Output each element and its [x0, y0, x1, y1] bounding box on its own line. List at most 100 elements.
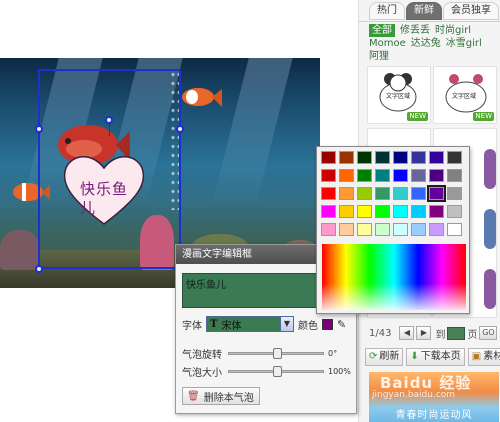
color-swatch[interactable] [339, 151, 354, 164]
tab-hot[interactable]: 热门 [369, 2, 405, 20]
color-swatch[interactable] [375, 205, 390, 218]
color-swatch[interactable] [393, 205, 408, 218]
color-swatch[interactable] [411, 151, 426, 164]
package-icon: ▣ [471, 351, 482, 362]
size-slider-thumb[interactable] [272, 365, 282, 377]
color-swatch[interactable] [429, 205, 444, 218]
color-swatch[interactable] [411, 205, 426, 218]
page-suffix: 页 [467, 329, 478, 341]
sticker-thumbnail[interactable]: 文字区域 NEW [433, 66, 497, 124]
color-swatch[interactable] [393, 187, 408, 200]
category-item[interactable]: 阿狸 [369, 50, 389, 63]
color-swatch[interactable] [339, 205, 354, 218]
color-swatch[interactable] [357, 223, 372, 236]
size-value: 100% [328, 366, 351, 376]
color-swatch[interactable] [357, 187, 372, 200]
rotate-row: 气泡旋转 0° [182, 345, 337, 361]
color-spectrum[interactable] [322, 244, 466, 310]
color-label: 颜色 [298, 320, 318, 332]
go-button[interactable]: GO [479, 326, 498, 340]
refresh-button[interactable]: ⟳ 刷新 [365, 348, 404, 366]
download-page-button[interactable]: ⬇ 下载本页 [406, 348, 465, 366]
font-select[interactable]: T 宋体 ▼ [206, 316, 294, 332]
tab-member[interactable]: 会员独享 [443, 2, 499, 20]
size-label: 气泡大小 [182, 367, 222, 379]
new-badge: NEW [473, 112, 494, 121]
tab-new[interactable]: 新鲜 [406, 2, 442, 20]
color-swatch[interactable] [447, 187, 462, 200]
size-row: 气泡大小 100% [182, 363, 351, 379]
color-swatch[interactable] [393, 223, 408, 236]
new-badge: NEW [407, 112, 428, 121]
delete-label: 删除本气泡 [203, 392, 254, 404]
color-swatch[interactable] [339, 169, 354, 182]
category-item[interactable]: 冰雪girl [446, 37, 482, 50]
color-swatch[interactable] [429, 169, 444, 182]
font-type-icon: T [210, 318, 218, 330]
download-icon: ⬇ [410, 351, 419, 362]
prev-page-button[interactable]: ◀ [399, 326, 415, 340]
watermark-url: jingyan.baidu.com [372, 390, 456, 400]
color-swatch[interactable] [393, 169, 408, 182]
color-swatch[interactable] [393, 151, 408, 164]
goto-prefix: 到 [435, 329, 446, 341]
pagination: 1/43 ◀ ▶ 到 页 GO [369, 324, 500, 342]
download-label: 下载本页 [420, 351, 461, 362]
color-swatch[interactable] [375, 169, 390, 182]
color-swatch[interactable] [429, 223, 444, 236]
resize-handle-top-right[interactable] [176, 125, 184, 133]
package-label: 素材包 [483, 351, 500, 362]
category-list: 全部 修丢丢 时尚girl Momoe 达达兔 冰雪girl 阿狸 [369, 24, 497, 63]
font-label: 字体 [182, 320, 202, 332]
banner-text: 青春时尚运动风 [395, 410, 473, 421]
color-swatch[interactable] [375, 223, 390, 236]
color-swatch[interactable] [321, 187, 336, 200]
chevron-down-icon[interactable]: ▼ [280, 317, 293, 331]
category-item[interactable]: 达达兔 [411, 37, 441, 50]
next-page-button[interactable]: ▶ [416, 326, 432, 340]
sticker-label: 文字区域 [451, 93, 476, 100]
category-item[interactable]: 修丢丢 [400, 24, 430, 37]
category-item[interactable]: Momoe [369, 37, 406, 50]
color-swatch[interactable] [411, 169, 426, 182]
color-swatch[interactable] [447, 205, 462, 218]
color-swatch[interactable] [339, 223, 354, 236]
resize-handle-top-left[interactable] [35, 125, 43, 133]
color-swatch[interactable] [375, 151, 390, 164]
category-item[interactable]: 时尚girl [435, 24, 471, 37]
category-all[interactable]: 全部 [369, 24, 395, 37]
color-swatch[interactable] [357, 151, 372, 164]
current-color-swatch[interactable] [322, 318, 333, 330]
rotate-slider-thumb[interactable] [272, 347, 282, 359]
font-value: 宋体 [221, 320, 242, 332]
color-swatch[interactable] [411, 187, 426, 200]
color-swatch[interactable] [375, 187, 390, 200]
material-package-button[interactable]: ▣ 素材包 [467, 348, 500, 366]
color-swatch[interactable] [427, 185, 446, 202]
color-swatch[interactable] [447, 223, 462, 236]
color-swatch[interactable] [321, 169, 336, 182]
color-swatch[interactable] [447, 169, 462, 182]
rotate-slider[interactable] [228, 347, 324, 359]
delete-bubble-button[interactable]: 🗑 删除本气泡 [182, 387, 260, 405]
color-swatch[interactable] [429, 151, 444, 164]
color-picker-popup [316, 146, 470, 314]
size-slider[interactable] [228, 365, 324, 377]
rotate-handle[interactable] [105, 116, 113, 124]
color-swatch[interactable] [321, 223, 336, 236]
color-swatch[interactable] [357, 205, 372, 218]
font-row: 字体 T 宋体 ▼ 颜色 ✎ [182, 316, 346, 332]
panel-actions: ⟳ 刷新 ⬇ 下载本页 ▣ 素材包 [365, 348, 500, 366]
frame-sticker-image [484, 149, 496, 309]
color-swatch[interactable] [321, 205, 336, 218]
sticker-thumbnail[interactable]: 文字区域 NEW [367, 66, 431, 124]
page-number-input[interactable] [447, 326, 466, 340]
eyedropper-icon[interactable]: ✎ [337, 318, 346, 331]
light-ray [211, 58, 293, 208]
resize-handle-bottom-left[interactable] [35, 265, 43, 273]
color-swatch[interactable] [357, 169, 372, 182]
color-swatch[interactable] [411, 223, 426, 236]
color-swatch[interactable] [447, 151, 462, 164]
color-swatch[interactable] [321, 151, 336, 164]
color-swatch[interactable] [339, 187, 354, 200]
